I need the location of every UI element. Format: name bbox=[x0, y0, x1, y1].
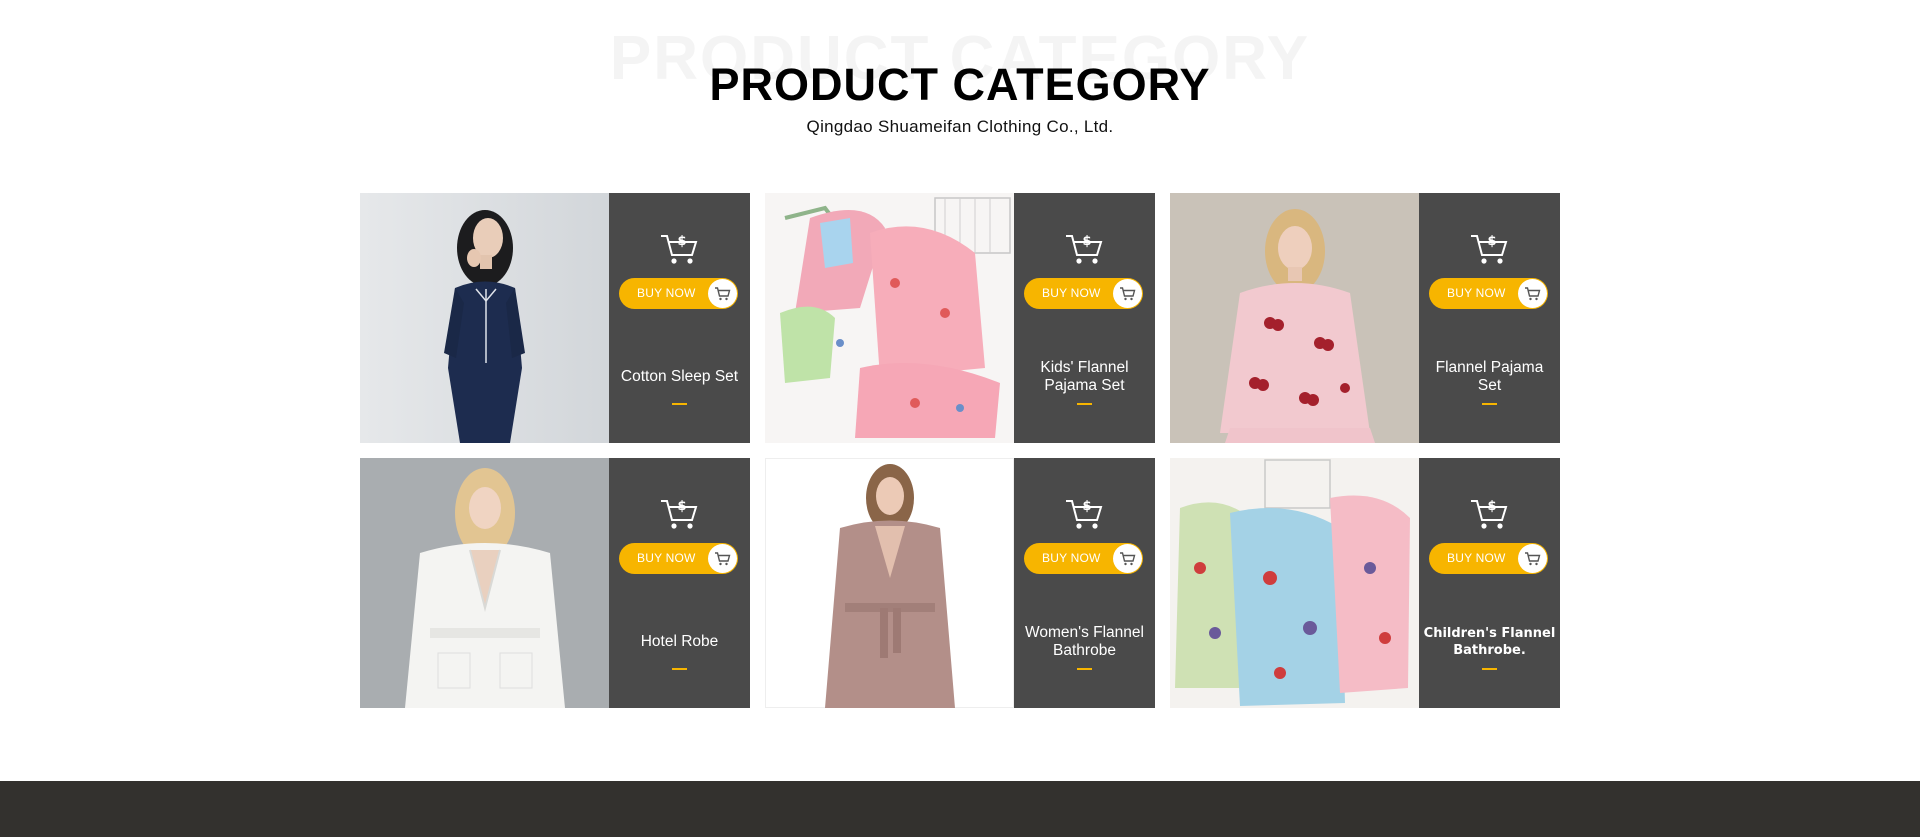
product-name[interactable]: Kids' Flannel Pajama Set bbox=[1018, 359, 1151, 395]
svg-text:$: $ bbox=[1487, 234, 1496, 249]
product-info-panel: $ BUY NOW Cotton Sleep Set bbox=[609, 193, 750, 443]
shopping-cart-dollar-icon: $ bbox=[1066, 499, 1103, 529]
product-name[interactable]: Flannel Pajama Set bbox=[1423, 359, 1556, 395]
product-info-panel: $ BUY NOW Kids' Flannel Pajama Set bbox=[1014, 193, 1155, 443]
shopping-cart-icon bbox=[1113, 544, 1142, 573]
product-photo-cotton-sleep-set[interactable] bbox=[360, 193, 609, 443]
shopping-cart-dollar-icon: $ bbox=[1471, 234, 1508, 264]
shopping-cart-icon bbox=[1113, 279, 1142, 308]
section-header: PRODUCT CATEGORY PRODUCT CATEGORY Qingda… bbox=[0, 0, 1920, 160]
accent-divider bbox=[672, 668, 687, 670]
svg-text:$: $ bbox=[1082, 499, 1091, 514]
buy-now-label: BUY NOW bbox=[1447, 286, 1506, 300]
accent-divider bbox=[672, 403, 687, 405]
product-card[interactable]: $ BUY NOW Women's Flannel Bathrobe bbox=[765, 458, 1155, 708]
footer-bar bbox=[0, 781, 1920, 837]
product-card[interactable]: $ BUY NOW Children's Flannel Bathrobe. bbox=[1170, 458, 1560, 708]
svg-text:$: $ bbox=[677, 499, 686, 514]
svg-text:$: $ bbox=[1487, 499, 1496, 514]
shopping-cart-icon bbox=[708, 279, 737, 308]
shopping-cart-icon bbox=[1518, 544, 1547, 573]
buy-now-button[interactable]: BUY NOW bbox=[1024, 543, 1143, 574]
buy-now-label: BUY NOW bbox=[1042, 286, 1101, 300]
shopping-cart-dollar-icon: $ bbox=[661, 234, 698, 264]
accent-divider bbox=[1077, 403, 1092, 405]
buy-now-button[interactable]: BUY NOW bbox=[619, 278, 738, 309]
buy-now-button[interactable]: BUY NOW bbox=[1429, 278, 1548, 309]
product-name[interactable]: Cotton Sleep Set bbox=[613, 368, 746, 386]
shopping-cart-dollar-icon: $ bbox=[1066, 234, 1103, 264]
buy-now-button[interactable]: BUY NOW bbox=[1024, 278, 1143, 309]
buy-now-label: BUY NOW bbox=[637, 551, 696, 565]
product-photo-womens-flannel-bathrobe[interactable] bbox=[765, 458, 1014, 708]
product-card[interactable]: $ BUY NOW Hotel Robe bbox=[360, 458, 750, 708]
accent-divider bbox=[1482, 668, 1497, 670]
accent-divider bbox=[1482, 403, 1497, 405]
product-photo-childrens-flannel-bathrobe[interactable] bbox=[1170, 458, 1419, 708]
buy-now-button[interactable]: BUY NOW bbox=[1429, 543, 1548, 574]
product-card[interactable]: $ BUY NOW Kids' Flannel Pajama Set bbox=[765, 193, 1155, 443]
product-card[interactable]: $ BUY NOW Flannel Pajama Set bbox=[1170, 193, 1560, 443]
buy-now-button[interactable]: BUY NOW bbox=[619, 543, 738, 574]
product-photo-hotel-robe[interactable] bbox=[360, 458, 609, 708]
product-name[interactable]: Hotel Robe bbox=[613, 633, 746, 651]
buy-now-label: BUY NOW bbox=[1447, 551, 1506, 565]
product-name[interactable]: Children's Flannel Bathrobe. bbox=[1423, 625, 1556, 659]
product-card[interactable]: $ BUY NOW Cotton Sleep Set bbox=[360, 193, 750, 443]
product-info-panel: $ BUY NOW Flannel Pajama Set bbox=[1419, 193, 1560, 443]
shopping-cart-dollar-icon: $ bbox=[1471, 499, 1508, 529]
product-photo-flannel-pajama-set[interactable] bbox=[1170, 193, 1419, 443]
shopping-cart-icon bbox=[1518, 279, 1547, 308]
page-title: PRODUCT CATEGORY bbox=[709, 59, 1211, 110]
shopping-cart-icon bbox=[708, 544, 737, 573]
product-info-panel: $ BUY NOW Women's Flannel Bathrobe bbox=[1014, 458, 1155, 708]
company-subtitle: Qingdao Shuameifan Clothing Co., Ltd. bbox=[806, 117, 1114, 136]
shopping-cart-dollar-icon: $ bbox=[661, 499, 698, 529]
product-name[interactable]: Women's Flannel Bathrobe bbox=[1018, 624, 1151, 660]
product-info-panel: $ BUY NOW Hotel Robe bbox=[609, 458, 750, 708]
product-photo-kids-flannel-pajama-set[interactable] bbox=[765, 193, 1014, 443]
svg-text:$: $ bbox=[677, 234, 686, 249]
svg-text:$: $ bbox=[1082, 234, 1091, 249]
buy-now-label: BUY NOW bbox=[1042, 551, 1101, 565]
accent-divider bbox=[1077, 668, 1092, 670]
product-info-panel: $ BUY NOW Children's Flannel Bathrobe. bbox=[1419, 458, 1560, 708]
buy-now-label: BUY NOW bbox=[637, 286, 696, 300]
